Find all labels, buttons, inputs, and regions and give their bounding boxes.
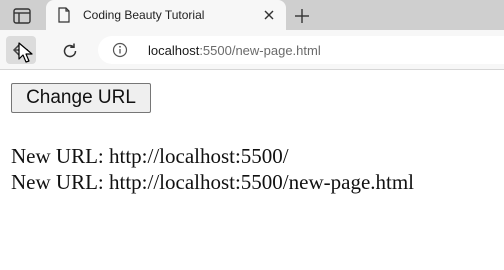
refresh-icon	[63, 43, 77, 58]
mouse-pointer-icon	[18, 42, 33, 63]
tab-strip: Coding Beauty Tutorial	[0, 0, 504, 30]
close-icon[interactable]	[262, 8, 276, 22]
url-text[interactable]: localhost:5500/new-page.html	[148, 43, 321, 58]
page-content: Change URL New URL: http://localhost:550…	[0, 70, 504, 270]
navigation-toolbar: localhost:5500/new-page.html	[0, 30, 504, 70]
refresh-button[interactable]	[58, 39, 82, 63]
url-log-line: New URL: http://localhost:5500/	[11, 144, 289, 168]
url-host: localhost	[148, 43, 200, 58]
url-path: :5500/new-page.html	[199, 43, 321, 58]
tab-title: Coding Beauty Tutorial	[83, 8, 205, 22]
change-url-button[interactable]: Change URL	[11, 83, 151, 113]
browser-tab[interactable]: Coding Beauty Tutorial	[46, 0, 286, 30]
tab-actions-icon[interactable]	[12, 7, 32, 25]
new-tab-icon[interactable]	[292, 6, 312, 26]
site-info-icon[interactable]	[112, 42, 128, 58]
address-bar[interactable]: localhost:5500/new-page.html	[98, 36, 504, 64]
document-icon	[58, 7, 70, 23]
url-log-line: New URL: http://localhost:5500/new-page.…	[11, 170, 415, 194]
